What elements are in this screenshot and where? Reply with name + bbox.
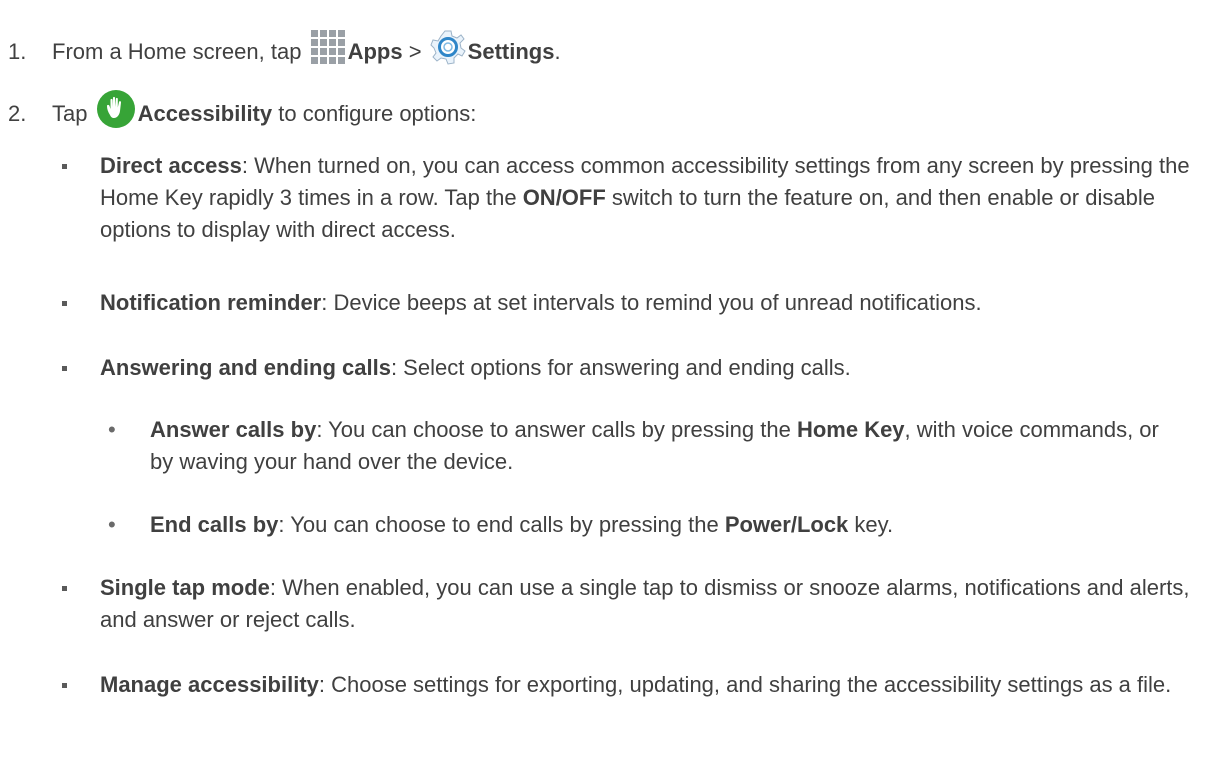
option-term: End calls by bbox=[150, 512, 279, 537]
list-item-answering-ending-calls: Answering and ending calls: Select optio… bbox=[62, 352, 1190, 384]
option-term: Manage accessibility bbox=[100, 672, 319, 697]
option-text: : You can choose to end calls by pressin… bbox=[278, 512, 725, 537]
apps-label: Apps bbox=[347, 39, 403, 64]
dot-bullet-icon: • bbox=[108, 512, 116, 537]
accessibility-hand-icon bbox=[96, 89, 136, 138]
option-term: Answer calls by bbox=[150, 417, 317, 442]
switch-label: ON/OFF bbox=[522, 185, 606, 210]
step-suffix: . bbox=[554, 39, 561, 64]
option-term: Notification reminder bbox=[100, 290, 322, 315]
key-label: Power/Lock bbox=[724, 512, 849, 537]
list-item-manage-accessibility: Manage accessibility: Choose settings fo… bbox=[62, 669, 1190, 701]
square-bullet-icon bbox=[62, 164, 67, 169]
step-2: 2. Tap Accessibility to configure options… bbox=[8, 89, 476, 138]
sub-item-end-calls-by: • End calls by: You can choose to end ca… bbox=[108, 509, 1180, 541]
dot-bullet-icon: • bbox=[108, 417, 116, 442]
option-text: : Device beeps at set intervals to remin… bbox=[321, 290, 982, 315]
accessibility-label: Accessibility bbox=[137, 101, 273, 126]
list-item-direct-access: Direct access: When turned on, you can a… bbox=[62, 150, 1190, 246]
square-bullet-icon bbox=[62, 366, 67, 371]
square-bullet-icon bbox=[62, 586, 67, 591]
apps-grid-icon bbox=[310, 29, 346, 74]
step-number: 2. bbox=[8, 101, 27, 126]
sub-item-answer-calls-by: • Answer calls by: You can choose to ans… bbox=[108, 414, 1180, 478]
step-1: 1. From a Home screen, tap Apps > Settin… bbox=[8, 29, 561, 74]
step-text: From a Home screen, tap bbox=[52, 39, 302, 64]
step-suffix: to configure options: bbox=[278, 101, 477, 126]
list-item-notification-reminder: Notification reminder: Device beeps at s… bbox=[62, 287, 1190, 319]
option-term: Answering and ending calls bbox=[100, 355, 391, 380]
option-term: Direct access bbox=[100, 153, 242, 178]
option-text: : Choose settings for exporting, updatin… bbox=[318, 672, 1172, 697]
step-text: Tap bbox=[52, 101, 88, 126]
settings-gear-icon bbox=[430, 29, 466, 74]
key-label: Home Key bbox=[796, 417, 905, 442]
step-number: 1. bbox=[8, 39, 27, 64]
square-bullet-icon bbox=[62, 301, 67, 306]
settings-label: Settings bbox=[467, 39, 555, 64]
option-term: Single tap mode bbox=[100, 575, 270, 600]
list-item-single-tap-mode: Single tap mode: When enabled, you can u… bbox=[62, 572, 1190, 636]
separator: > bbox=[408, 39, 422, 64]
option-text: : Select options for answering and endin… bbox=[390, 355, 851, 380]
option-text: key. bbox=[848, 512, 894, 537]
option-text: : You can choose to answer calls by pres… bbox=[316, 417, 797, 442]
document-page: 1. From a Home screen, tap Apps > Settin… bbox=[0, 0, 1219, 761]
square-bullet-icon bbox=[62, 683, 67, 688]
